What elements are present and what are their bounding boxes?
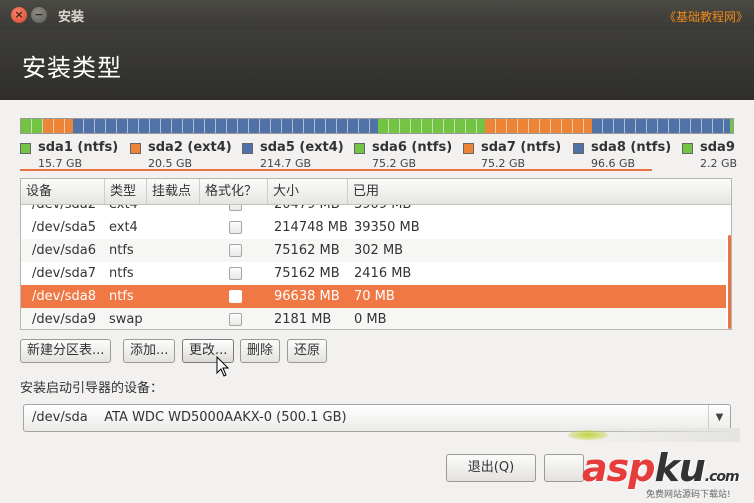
cell-device: /dev/sda8 [32,289,96,304]
table-row[interactable]: /dev/sda2 ext4 20479 MB 3909 MB [21,205,726,216]
format-checkbox[interactable] [229,313,242,326]
cell-size: 214748 MB [274,220,348,235]
cell-used: 70 MB [354,289,395,304]
table-row-selected[interactable]: /dev/sda8 ntfs 96638 MB 70 MB [21,285,726,308]
cell-type: ext4 [109,220,138,235]
window-title: 安装 [58,10,85,25]
cell-used: 39350 MB [354,220,420,235]
cell-type: ntfs [109,266,134,281]
cell-device: /dev/sda9 [32,312,96,327]
cell-used: 3909 MB [354,205,411,216]
title-bar: × − 安装 《基础教程网》 [0,0,754,30]
partition-segment [729,119,733,133]
format-checkbox[interactable] [229,221,242,234]
scrollbar-thumb[interactable] [728,235,731,329]
cell-used: 2416 MB [354,266,412,281]
aspku-logo: aspku.com [582,446,740,490]
logo-tagline: 免费网站源码下载站! [646,490,731,500]
column-header-type[interactable]: 类型 [105,179,147,204]
new-partition-table-button[interactable]: 新建分区表... [20,339,112,363]
legend-swatch [242,143,253,154]
table-row[interactable]: /dev/sda5 ext4 214748 MB 39350 MB [21,216,726,239]
legend-name: sda7 (ntfs) [481,140,562,155]
partition-segment [592,119,730,133]
legend-swatch [130,143,141,154]
column-header-mount[interactable]: 挂载点 [147,179,200,204]
cell-device: /dev/sda7 [32,266,96,281]
legend-swatch [573,143,584,154]
table-row[interactable]: /dev/sda6 ntfs 75162 MB 302 MB [21,239,726,262]
quit-button[interactable]: 退出(Q) [446,454,536,482]
partition-segment [43,119,73,133]
page-title: 安装类型 [22,54,122,82]
partition-table: 设备 类型 挂载点 格式化？ 大小 已用 /dev/sda2 ext4 2047… [20,178,732,330]
legend-size: 2.2 GB [700,157,738,170]
cell-used: 302 MB [354,243,404,258]
table-header: 设备 类型 挂载点 格式化？ 大小 已用 [21,179,731,205]
column-header-format[interactable]: 格式化？ [200,179,268,204]
minimize-icon[interactable]: − [31,7,47,23]
close-icon[interactable]: × [11,7,27,23]
cell-type: ext4 [109,205,138,216]
back-button[interactable] [544,454,584,482]
partition-segment [21,119,44,133]
cell-device: /dev/sda6 [32,243,96,258]
legend-swatch [682,143,693,154]
cell-size: 20479 MB [274,205,340,216]
table-body: /dev/sda2 ext4 20479 MB 3909 MB /dev/sda… [21,205,731,329]
format-checkbox[interactable] [229,267,242,280]
legend-name: sda1 (ntfs) [38,140,119,155]
cell-type: ntfs [109,243,134,258]
add-partition-button[interactable]: 添加... [123,339,176,363]
bootloader-label: 安装启动引导器的设备： [20,381,164,396]
cell-type: ntfs [109,289,134,304]
watermark-text: 《基础教程网》 [663,10,748,24]
bootloader-device-value: /dev/sda ATA WDC WD5000AAKX-0 (500.1 GB) [32,410,347,425]
cell-size: 96638 MB [274,289,340,304]
cell-size: 75162 MB [274,266,340,281]
partition-bar [20,118,734,134]
table-row[interactable]: /dev/sda9 swap 2181 MB 0 MB [21,308,726,329]
cell-device: /dev/sda2 [32,205,96,216]
partition-legend: sda1 (ntfs) 15.7 GB sda2 (ext4) 20.5 GB … [20,140,754,170]
page-header: 安装类型 [0,30,754,100]
legend-swatch [463,143,474,154]
cell-used: 0 MB [354,312,387,327]
legend-name: sda8 (ntfs) [591,140,672,155]
column-header-used[interactable]: 已用 [348,179,731,204]
format-checkbox[interactable] [229,205,242,211]
format-checkbox[interactable] [229,244,242,257]
legend-name: sda2 (ext4) [148,140,232,155]
legend-selection-underline [20,169,652,171]
delete-partition-button[interactable]: 删除 [240,339,281,363]
legend-name: sda9 [700,140,735,155]
legend-swatch [354,143,365,154]
mouse-cursor-icon [216,356,230,377]
column-header-size[interactable]: 大小 [268,179,348,204]
cell-type: swap [109,312,143,327]
revert-button[interactable]: 还原 [287,339,328,363]
legend-swatch [20,143,31,154]
cell-size: 2181 MB [274,312,332,327]
table-scrollbar[interactable] [726,205,731,329]
cell-device: /dev/sda5 [32,220,96,235]
partition-segment [378,119,486,133]
legend-name: sda6 (ntfs) [372,140,453,155]
decorative-blob [568,430,608,440]
partition-segment [72,119,379,133]
cell-size: 75162 MB [274,243,340,258]
legend-name: sda5 (ext4) [260,140,344,155]
partition-segment [485,119,593,133]
column-header-device[interactable]: 设备 [21,179,105,204]
table-row[interactable]: /dev/sda7 ntfs 75162 MB 2416 MB [21,262,726,285]
format-checkbox[interactable] [229,290,242,303]
